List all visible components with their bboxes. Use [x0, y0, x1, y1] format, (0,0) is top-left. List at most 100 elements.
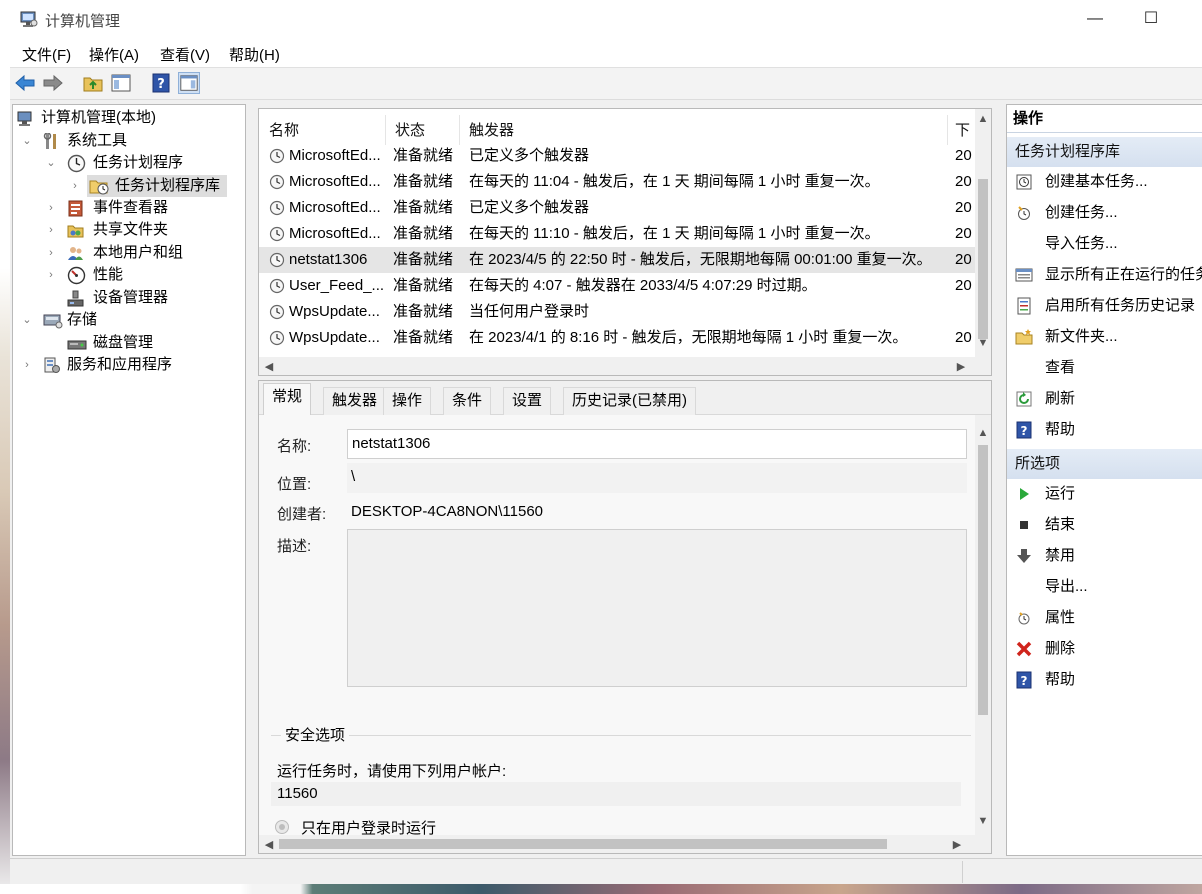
column-header-trigger[interactable]: 触发器	[469, 119, 514, 140]
chevron-down-icon[interactable]: ⌄	[45, 152, 57, 174]
action-create-basic-task[interactable]: 创建基本任务...	[1007, 167, 1202, 197]
actions-section-library[interactable]: 任务计划程序库	[1007, 137, 1202, 167]
action-help[interactable]: ? 帮助	[1007, 415, 1202, 445]
action-import-task[interactable]: 导入任务...	[1007, 229, 1202, 259]
column-divider[interactable]	[947, 115, 948, 145]
scroll-right-icon[interactable]: ▶	[953, 360, 969, 373]
description-field[interactable]	[347, 529, 967, 687]
help-icon: ?	[1016, 671, 1032, 689]
tree-node-task-library[interactable]: › 任务计划程序库	[69, 175, 229, 197]
column-header-next-run[interactable]: 下	[955, 119, 970, 140]
action-view[interactable]: 查看	[1007, 353, 1202, 383]
chevron-right-icon[interactable]: ›	[21, 354, 33, 376]
details-horizontal-scrollbar[interactable]: ◀ ▶	[259, 835, 975, 853]
scroll-down-icon[interactable]: ▼	[975, 337, 991, 349]
scroll-up-icon[interactable]: ▲	[975, 113, 991, 125]
action-create-task[interactable]: 创建任务...	[1007, 198, 1202, 228]
table-row[interactable]: WpsUpdate... 准备就绪 当任何用户登录时	[259, 299, 975, 325]
menu-view[interactable]: 查看(V)	[160, 44, 210, 65]
column-header-status[interactable]: 状态	[395, 119, 425, 140]
column-divider[interactable]	[385, 115, 386, 145]
tab-actions[interactable]: 操作	[383, 387, 432, 415]
tree-node-device-manager[interactable]: 设备管理器	[45, 287, 245, 309]
table-row[interactable]: MicrosoftEd... 准备就绪 已定义多个触发器 20	[259, 195, 975, 221]
task-trigger: 在每天的 11:10 - 触发后，在 1 天 期间每隔 1 小时 重复一次。	[469, 225, 880, 242]
chevron-down-icon[interactable]: ⌄	[21, 309, 33, 331]
action-properties[interactable]: 属性	[1007, 603, 1202, 633]
list-horizontal-scrollbar[interactable]: ◀ ▶	[259, 357, 991, 375]
scroll-down-icon[interactable]: ▼	[975, 815, 991, 827]
tree-node-system-tools[interactable]: ⌄ 系统工具	[21, 130, 245, 152]
tab-triggers[interactable]: 触发器	[323, 387, 387, 415]
tree-node-local-users[interactable]: › 本地用户和组	[45, 242, 245, 264]
show-hide-tree-icon[interactable]	[110, 72, 132, 94]
chevron-right-icon[interactable]: ›	[69, 175, 81, 197]
menu-action[interactable]: 操作(A)	[89, 44, 139, 65]
scroll-up-icon[interactable]: ▲	[975, 427, 991, 439]
scroll-thumb[interactable]	[978, 445, 988, 715]
table-row[interactable]: MicrosoftEd... 准备就绪 在每天的 11:04 - 触发后，在 1 天…	[259, 169, 975, 195]
scroll-left-icon[interactable]: ◀	[261, 838, 277, 851]
tree-node-disk-management[interactable]: 磁盘管理	[45, 332, 245, 354]
tree-node-shared-folders[interactable]: › 共享文件夹	[45, 219, 245, 241]
action-export[interactable]: 导出...	[1007, 572, 1202, 602]
create-task-icon	[1018, 206, 1030, 220]
help-icon[interactable]: ?	[150, 72, 172, 94]
maximize-button[interactable]: ☐	[1128, 0, 1174, 38]
menu-help[interactable]: 帮助(H)	[229, 44, 280, 65]
description-label: 描述:	[277, 538, 312, 555]
tree-node-performance[interactable]: › 性能	[45, 264, 245, 286]
tree-node-task-scheduler[interactable]: ⌄ 任务计划程序	[45, 152, 245, 174]
tree-node-event-viewer[interactable]: › 事件查看器	[45, 197, 245, 219]
action-refresh[interactable]: 刷新	[1007, 384, 1202, 414]
task-next-run: 20	[955, 277, 972, 294]
tab-conditions[interactable]: 条件	[443, 387, 492, 415]
table-row[interactable]: MicrosoftEd... 准备就绪 已定义多个触发器 20	[259, 143, 975, 169]
menu-file[interactable]: 文件(F)	[22, 44, 71, 65]
tree-node-root[interactable]: 计算机管理(本地)	[15, 107, 245, 129]
desktop-background-bottom	[0, 884, 1202, 894]
action-end[interactable]: 结束	[1007, 510, 1202, 540]
chevron-right-icon[interactable]: ›	[45, 219, 57, 241]
column-header-name[interactable]: 名称	[269, 119, 299, 140]
new-folder-icon	[1015, 329, 1033, 345]
minimize-button[interactable]: —	[1072, 0, 1118, 38]
chevron-down-icon[interactable]: ⌄	[21, 130, 33, 152]
action-enable-history[interactable]: 启用所有任务历史记录	[1007, 291, 1202, 321]
details-vertical-scrollbar[interactable]: ▲ ▼	[975, 423, 991, 835]
task-status: 准备就绪	[393, 277, 454, 294]
name-field[interactable]: netstat1306	[347, 429, 967, 459]
navigation-tree: 计算机管理(本地) ⌄ 系统工具 ⌄ 任务计划程序 › 任务计划程序库 › 事件…	[12, 104, 246, 856]
scroll-right-icon[interactable]: ▶	[949, 838, 965, 851]
show-hide-action-pane-icon[interactable]	[178, 72, 200, 94]
disk-management-icon	[67, 340, 87, 350]
actions-section-selected[interactable]: 所选项	[1007, 449, 1202, 479]
column-divider[interactable]	[459, 115, 460, 145]
tab-settings[interactable]: 设置	[503, 387, 552, 415]
tab-general[interactable]: 常规	[263, 383, 312, 416]
action-run[interactable]: 运行	[1007, 479, 1202, 509]
action-new-folder[interactable]: 新文件夹...	[1007, 322, 1202, 352]
table-row[interactable]: netstat1306 准备就绪在 2023/4/5 的 22:50 时 - 触发…	[259, 247, 975, 273]
table-row[interactable]: User_Feed_... 准备就绪 在每天的 4:07 - 触发器在 2033/4…	[259, 273, 975, 299]
table-row[interactable]: WpsUpdate... 准备就绪在 2023/4/1 的 8:16 时 - 触发…	[259, 325, 975, 351]
tree-node-storage[interactable]: ⌄ 存储	[21, 309, 245, 331]
back-arrow-icon[interactable]	[14, 72, 36, 94]
scroll-left-icon[interactable]: ◀	[261, 360, 277, 373]
chevron-right-icon[interactable]: ›	[45, 264, 57, 286]
table-row[interactable]: MicrosoftEd... 准备就绪 在每天的 11:10 - 触发后，在 1 天…	[259, 221, 975, 247]
scroll-thumb[interactable]	[279, 839, 887, 849]
action-delete[interactable]: 删除	[1007, 634, 1202, 664]
tab-history[interactable]: 历史记录(已禁用)	[563, 387, 696, 415]
forward-arrow-icon[interactable]	[42, 72, 64, 94]
action-disable[interactable]: 禁用	[1007, 541, 1202, 571]
action-show-running-tasks[interactable]: 显示所有正在运行的任务	[1007, 260, 1202, 290]
chevron-right-icon[interactable]: ›	[45, 197, 57, 219]
chevron-right-icon[interactable]: ›	[45, 242, 57, 264]
action-help-selected[interactable]: ? 帮助	[1007, 665, 1202, 695]
list-vertical-scrollbar[interactable]: ▲ ▼	[975, 109, 991, 357]
scroll-thumb[interactable]	[978, 179, 988, 339]
folder-up-icon[interactable]	[82, 72, 104, 94]
tree-node-services-apps[interactable]: › 服务和应用程序	[21, 354, 245, 376]
radio-logged-on-only[interactable]	[275, 820, 289, 834]
